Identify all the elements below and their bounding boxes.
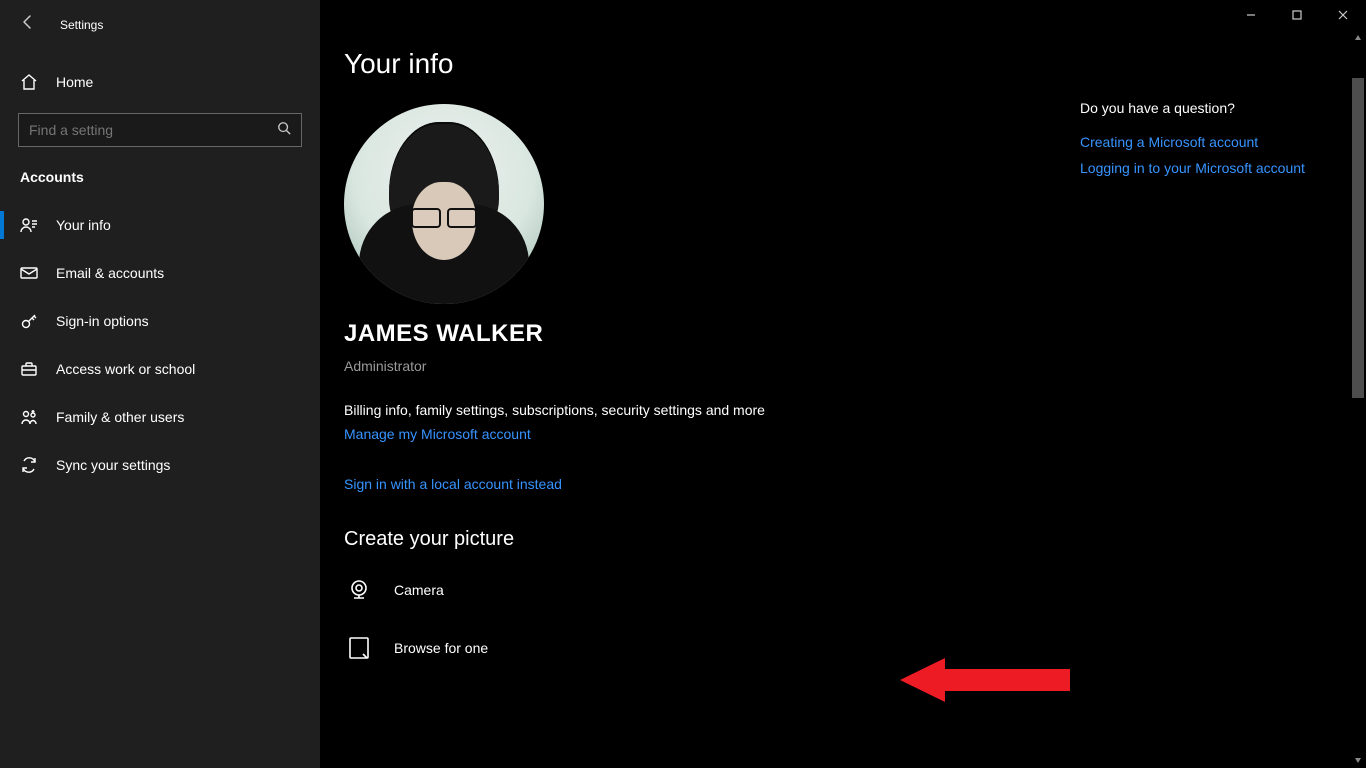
content: Your info JAMES WALKER Administrator Bil… (320, 0, 1366, 768)
page-title: Your info (344, 48, 765, 80)
manage-account-link[interactable]: Manage my Microsoft account (344, 426, 531, 442)
username: JAMES WALKER (344, 320, 765, 348)
sidebar-item-label: Family & other users (56, 409, 184, 425)
sidebar-section-label: Accounts (0, 169, 320, 185)
sidebar-nav: Your info Email & accounts Sign-in optio… (0, 201, 320, 489)
left-column: Your info JAMES WALKER Administrator Bil… (344, 48, 765, 744)
search-icon (277, 121, 291, 140)
search-box[interactable] (18, 113, 302, 147)
browse-icon (344, 633, 374, 663)
sidebar-item-label: Sign-in options (56, 313, 149, 329)
scrollbar-thumb[interactable] (1352, 78, 1364, 398)
main-area: Your info JAMES WALKER Administrator Bil… (320, 0, 1366, 768)
sidebar-item-email[interactable]: Email & accounts (0, 249, 320, 297)
camera-label: Camera (394, 582, 444, 598)
help-link-create-account[interactable]: Creating a Microsoft account (1080, 134, 1330, 150)
window-controls (1228, 0, 1366, 30)
home-label: Home (56, 74, 93, 90)
back-icon[interactable] (20, 14, 36, 35)
sidebar-item-label: Sync your settings (56, 457, 170, 473)
close-button[interactable] (1320, 0, 1366, 30)
search-input[interactable] (29, 122, 277, 138)
sidebar-item-label: Your info (56, 217, 111, 233)
home-icon (20, 73, 38, 91)
billing-description: Billing info, family settings, subscript… (344, 402, 765, 418)
help-title: Do you have a question? (1080, 100, 1330, 116)
maximize-button[interactable] (1274, 0, 1320, 30)
sidebar-item-sync[interactable]: Sync your settings (0, 441, 320, 489)
sidebar-item-label: Email & accounts (56, 265, 164, 281)
profile-avatar (344, 104, 544, 304)
camera-icon (344, 575, 374, 605)
search-wrap (0, 113, 320, 147)
sidebar: Settings Home Accounts Your info Email &… (0, 0, 320, 768)
sidebar-item-label: Access work or school (56, 361, 195, 377)
your-info-icon (20, 216, 38, 234)
scrollbar[interactable] (1350, 30, 1366, 768)
scroll-up-icon[interactable] (1350, 30, 1366, 46)
sync-icon (20, 456, 38, 474)
sidebar-item-your-info[interactable]: Your info (0, 201, 320, 249)
minimize-button[interactable] (1228, 0, 1274, 30)
family-icon (20, 408, 38, 426)
home-nav[interactable]: Home (0, 61, 320, 103)
briefcase-icon (20, 360, 38, 378)
local-signin-link[interactable]: Sign in with a local account instead (344, 476, 562, 492)
titlebar: Settings (0, 0, 320, 43)
scroll-down-icon[interactable] (1350, 752, 1366, 768)
sidebar-item-work[interactable]: Access work or school (0, 345, 320, 393)
email-icon (20, 264, 38, 282)
help-link-login[interactable]: Logging in to your Microsoft account (1080, 160, 1330, 176)
browse-option[interactable]: Browse for one (344, 633, 765, 663)
sidebar-item-signin[interactable]: Sign-in options (0, 297, 320, 345)
user-role: Administrator (344, 358, 765, 374)
sidebar-item-family[interactable]: Family & other users (0, 393, 320, 441)
browse-label: Browse for one (394, 640, 488, 656)
picture-heading: Create your picture (344, 528, 765, 551)
help-panel: Do you have a question? Creating a Micro… (1080, 100, 1330, 186)
camera-option[interactable]: Camera (344, 575, 765, 605)
key-icon (20, 312, 38, 330)
app-title: Settings (60, 18, 103, 32)
